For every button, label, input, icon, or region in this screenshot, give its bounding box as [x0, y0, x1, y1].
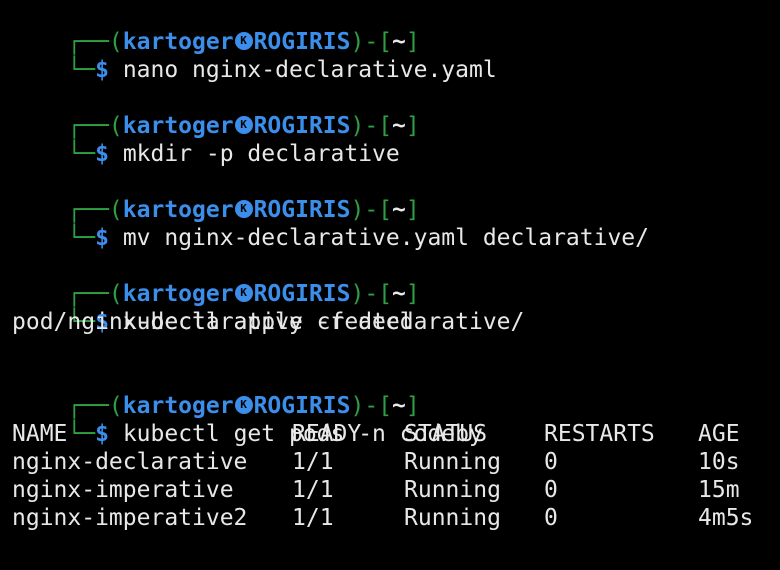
header-restarts: RESTARTS: [544, 421, 655, 447]
prompt-host: ROGIRIS: [253, 281, 351, 307]
prompt-dir: ~: [392, 29, 406, 55]
prompt-frame-left: ┌──(: [67, 281, 123, 307]
prompt-frame-mid: )-[: [350, 197, 393, 223]
prompt-frame-mid: )-[: [350, 29, 393, 55]
prompt-dir: ~: [392, 281, 406, 307]
pod-restarts: 0: [544, 449, 558, 475]
pod-ready: 1/1: [292, 449, 334, 475]
terminal-window[interactable]: ┌──(kartoger K ROGIRIS)-[~] └─$ nano nginx…: [0, 0, 780, 570]
pod-restarts: 0: [544, 477, 558, 503]
prompt-user: kartoger: [122, 29, 234, 55]
prompt-frame-end: ]: [405, 393, 420, 419]
prompt-dir: ~: [392, 113, 406, 139]
prompt-frame-mid: )-[: [350, 113, 393, 139]
prompt-dir: ~: [392, 197, 406, 223]
prompt-frame-bottom: └─: [67, 225, 96, 251]
prompt-frame-left: ┌──(: [67, 197, 123, 223]
kali-at-icon: K: [234, 31, 253, 50]
pod-status: Running: [404, 505, 501, 531]
prompt-user: kartoger: [122, 393, 234, 419]
prompt-host: ROGIRIS: [253, 29, 351, 55]
prompt-frame-end: ]: [405, 29, 420, 55]
prompt-host: ROGIRIS: [253, 197, 351, 223]
prompt-dollar: $: [95, 225, 109, 251]
prompt-frame-end: ]: [405, 197, 420, 223]
header-ready: READY: [292, 421, 362, 447]
prompt-top-line: ┌──(kartoger K ROGIRIS)-[~]: [12, 84, 780, 139]
pod-restarts: 0: [544, 505, 558, 531]
prompt-frame-mid: )-[: [350, 393, 393, 419]
prompt-user: kartoger: [122, 113, 234, 139]
header-age: AGE: [698, 421, 740, 447]
prompt-dollar: $: [95, 57, 109, 83]
header-name: NAME: [12, 421, 68, 447]
pod-age: 10s: [698, 449, 740, 475]
kali-at-icon: K: [234, 115, 253, 134]
prompt-dollar: $: [95, 141, 109, 167]
kali-at-icon: K: [234, 283, 253, 302]
pod-name: nginx-imperative2: [12, 505, 248, 531]
prompt-frame-left: ┌──(: [67, 113, 123, 139]
prompt-frame-bottom: └─: [67, 141, 96, 167]
pods-table-header: NAME READY STATUS RESTARTS AGE: [12, 420, 780, 448]
prompt-frame-bottom: └─: [67, 57, 96, 83]
prompt-user: kartoger: [122, 197, 234, 223]
table-row: nginx-imperative2 1/1 Running 0 4m5s: [12, 504, 780, 532]
table-row: nginx-imperative 1/1 Running 0 15m: [12, 476, 780, 504]
header-status: STATUS: [404, 421, 488, 447]
pod-status: Running: [404, 477, 501, 503]
command-text: mkdir -p declarative: [122, 141, 400, 167]
prompt-top-line: ┌──(kartoger K ROGIRIS)-[~]: [12, 0, 780, 55]
prompt-dir: ~: [392, 393, 406, 419]
kali-at-icon: K: [234, 395, 253, 414]
pod-age: 4m5s: [698, 505, 754, 531]
command-output: pod/nginx-declarative created: [12, 309, 414, 335]
prompt-host: ROGIRIS: [253, 113, 351, 139]
pod-ready: 1/1: [292, 477, 334, 503]
prompt-frame-left: ┌──(: [67, 393, 123, 419]
command-text: nano nginx-declarative.yaml: [122, 57, 497, 83]
table-row: nginx-declarative 1/1 Running 0 10s: [12, 448, 780, 476]
kali-at-icon: K: [234, 199, 253, 218]
prompt-host: ROGIRIS: [253, 393, 351, 419]
prompt-frame-end: ]: [405, 281, 420, 307]
prompt-top-line: ┌──(kartoger K ROGIRIS)-[~]: [12, 168, 780, 223]
command-text: mv nginx-declarative.yaml declarative/: [122, 225, 650, 251]
prompt-frame-end: ]: [405, 113, 420, 139]
pod-ready: 1/1: [292, 505, 334, 531]
pod-name: nginx-declarative: [12, 449, 248, 475]
prompt-user: kartoger: [122, 281, 234, 307]
pod-age: 15m: [698, 477, 740, 503]
pod-name: nginx-imperative: [12, 477, 234, 503]
prompt-frame-mid: )-[: [350, 281, 393, 307]
prompt-top-line: ┌──(kartoger K ROGIRIS)-[~]: [12, 364, 780, 419]
pod-status: Running: [404, 449, 501, 475]
prompt-frame-left: ┌──(: [67, 29, 123, 55]
prompt-top-line: ┌──(kartoger K ROGIRIS)-[~]: [12, 252, 780, 307]
